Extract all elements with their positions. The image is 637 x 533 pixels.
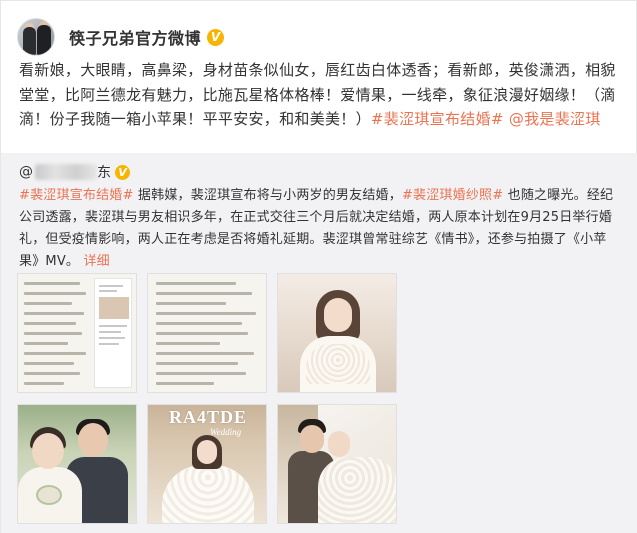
more-link[interactable]: 详细 xyxy=(83,254,109,269)
mention-link[interactable]: @我是裴涩琪 xyxy=(509,110,601,128)
image-thumb-bride-portrait[interactable] xyxy=(277,273,397,393)
image-thumb-couple-garden[interactable] xyxy=(17,404,137,524)
magazine-subtitle: Wedding xyxy=(210,427,242,437)
retweet-author-suffix[interactable]: 东 xyxy=(97,162,111,182)
image-thumb-couple-veil[interactable] xyxy=(277,404,397,524)
author-name[interactable]: 筷子兄弟官方微博 xyxy=(69,25,201,49)
hashtag-link[interactable]: #裴涩琪婚纱照# xyxy=(402,188,503,203)
hashtag-link[interactable]: #裴涩琪宣布结婚# xyxy=(19,188,134,203)
author-avatar[interactable] xyxy=(17,18,55,56)
post-body: 看新娘，大眼睛，高鼻梁，身材苗条似仙女，唇红齿白体透香；看新郎，英俊潇洒，相貌堂… xyxy=(19,58,624,132)
blurred-author-name xyxy=(35,164,97,180)
weibo-post-card: 筷子兄弟官方微博 V 看新娘，大眼睛，高鼻梁，身材苗条似仙女，唇红齿白体透香；看… xyxy=(0,0,637,533)
retweet-block: @ 东 V #裴涩琪宣布结婚# 据韩媒，裴涩琪宣布将与小两岁的男友结婚，#裴涩琪… xyxy=(1,153,637,533)
post-header: 筷子兄弟官方微博 V xyxy=(17,17,225,57)
image-thumb-screenshot-2[interactable] xyxy=(147,273,267,393)
retweet-text: #裴涩琪宣布结婚# 据韩媒，裴涩琪宣布将与小两岁的男友结婚，#裴涩琪婚纱照# 也… xyxy=(19,185,624,273)
image-thumb-bride-magazine[interactable]: RA4TDE Wedding xyxy=(147,404,267,524)
image-thumb-screenshot-1[interactable] xyxy=(17,273,137,393)
at-symbol: @ xyxy=(19,164,33,180)
retweet-header: @ 东 V xyxy=(19,162,130,182)
verified-badge-icon: V xyxy=(207,28,225,46)
verified-badge-icon: V xyxy=(115,164,130,180)
magazine-title: RA4TDE xyxy=(168,407,247,427)
hashtag-link[interactable]: #裴涩琪宣布结婚# xyxy=(371,110,504,128)
retweet-text-part: 据韩媒，裴涩琪宣布将与小两岁的男友结婚， xyxy=(133,188,402,203)
